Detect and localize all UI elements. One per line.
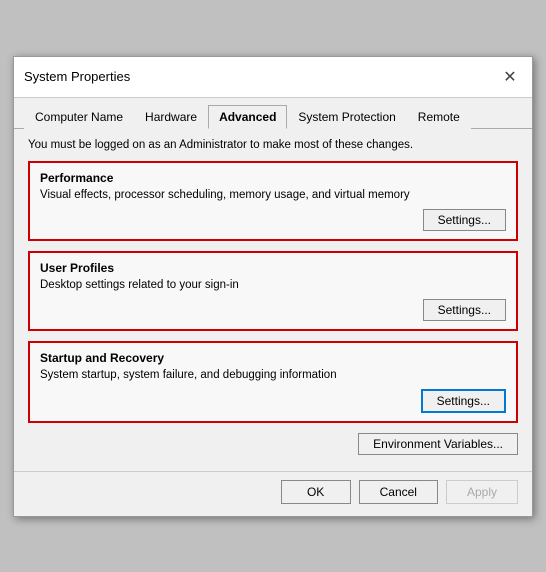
startup-recovery-title: Startup and Recovery	[40, 351, 506, 365]
apply-button[interactable]: Apply	[446, 480, 518, 504]
admin-notice: You must be logged on as an Administrato…	[28, 139, 518, 151]
system-properties-dialog: System Properties ✕ Computer Name Hardwa…	[13, 56, 533, 517]
performance-settings-button[interactable]: Settings...	[423, 209, 506, 231]
performance-section: Performance Visual effects, processor sc…	[28, 161, 518, 241]
tab-system-protection[interactable]: System Protection	[287, 105, 406, 129]
tab-remote[interactable]: Remote	[407, 105, 471, 129]
tab-content: You must be logged on as an Administrato…	[14, 129, 532, 471]
title-bar: System Properties ✕	[14, 57, 532, 98]
tab-hardware[interactable]: Hardware	[134, 105, 208, 129]
cancel-button[interactable]: Cancel	[359, 480, 438, 504]
env-row: Environment Variables...	[28, 433, 518, 455]
user-profiles-title: User Profiles	[40, 261, 506, 275]
close-button[interactable]: ✕	[498, 65, 522, 89]
user-profiles-section: User Profiles Desktop settings related t…	[28, 251, 518, 331]
user-profiles-desc: Desktop settings related to your sign-in	[40, 279, 506, 291]
startup-recovery-settings-button[interactable]: Settings...	[421, 389, 506, 413]
user-profiles-settings-button[interactable]: Settings...	[423, 299, 506, 321]
performance-title: Performance	[40, 171, 506, 185]
startup-recovery-desc: System startup, system failure, and debu…	[40, 369, 506, 381]
startup-recovery-section: Startup and Recovery System startup, sys…	[28, 341, 518, 423]
tab-advanced[interactable]: Advanced	[208, 105, 287, 129]
performance-desc: Visual effects, processor scheduling, me…	[40, 189, 506, 201]
user-profiles-footer: Settings...	[40, 299, 506, 321]
startup-recovery-footer: Settings...	[40, 389, 506, 413]
performance-footer: Settings...	[40, 209, 506, 231]
window-title: System Properties	[24, 69, 130, 84]
tab-computer-name[interactable]: Computer Name	[24, 105, 134, 129]
environment-variables-button[interactable]: Environment Variables...	[358, 433, 518, 455]
dialog-footer: OK Cancel Apply	[14, 471, 532, 516]
tab-bar: Computer Name Hardware Advanced System P…	[14, 98, 532, 129]
ok-button[interactable]: OK	[281, 480, 351, 504]
